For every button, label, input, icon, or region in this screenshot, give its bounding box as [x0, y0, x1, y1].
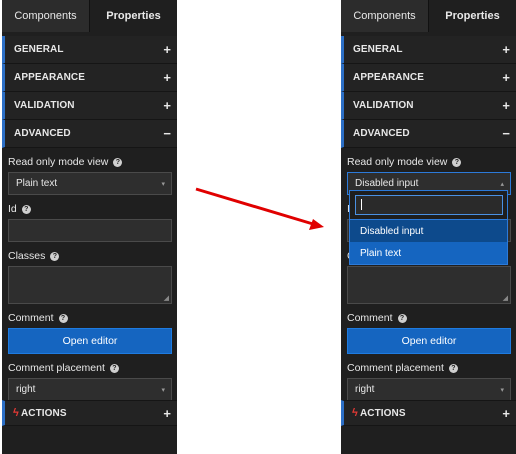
expand-icon[interactable]: + [502, 99, 510, 112]
section-advanced[interactable]: ADVANCED − [341, 120, 516, 148]
section-validation[interactable]: VALIDATION + [341, 92, 516, 120]
dropdown-search-wrap [350, 191, 507, 220]
comment-placement-value: right [355, 384, 375, 395]
section-appearance[interactable]: APPEARANCE + [341, 64, 516, 92]
comment-placement-label: Comment placement ? [347, 360, 511, 376]
collapse-icon[interactable]: − [502, 127, 510, 140]
section-label: ϟ ACTIONS [352, 407, 406, 419]
section-label: VALIDATION [353, 100, 414, 111]
right-properties-panel: Components Properties GENERAL + APPEARAN… [341, 0, 516, 454]
chevron-up-icon: ▴ [500, 180, 504, 188]
panel-tabs: Components Properties [341, 0, 516, 32]
help-icon[interactable]: ? [448, 363, 458, 373]
lightning-icon: ϟ [352, 407, 358, 419]
help-icon[interactable]: ? [397, 313, 407, 323]
read-only-label-text: Read only mode view [347, 156, 448, 168]
section-actions[interactable]: ϟ ACTIONS + [341, 400, 516, 426]
tab-components[interactable]: Components [341, 0, 429, 32]
section-label: APPEARANCE [353, 72, 425, 83]
dropdown-search-input[interactable] [355, 195, 503, 215]
expand-icon[interactable]: + [502, 71, 510, 84]
comment-label: Comment ? [347, 310, 511, 326]
chevron-down-icon: ▾ [500, 386, 504, 394]
classes-textarea[interactable]: ◢ [347, 266, 511, 304]
section-general[interactable]: GENERAL + [341, 36, 516, 64]
advanced-body: Read only mode view ? Disabled input ▴ I… [341, 148, 516, 401]
arrow-head [309, 219, 324, 230]
help-icon[interactable]: ? [452, 157, 462, 167]
open-editor-button[interactable]: Open editor [347, 328, 511, 354]
dropdown-option-disabled-input[interactable]: Disabled input [350, 220, 507, 242]
comment-label-text: Comment [347, 312, 393, 324]
section-label: GENERAL [353, 44, 403, 55]
read-only-label: Read only mode view ? [347, 154, 511, 170]
actions-label-text: ACTIONS [359, 408, 406, 419]
text-cursor [361, 199, 362, 210]
expand-icon[interactable]: + [502, 43, 510, 56]
resize-grip-icon[interactable]: ◢ [503, 294, 508, 302]
section-label: ADVANCED [353, 128, 410, 139]
expand-icon[interactable]: + [502, 407, 510, 420]
comment-placement-select[interactable]: right ▾ [347, 378, 511, 401]
read-only-dropdown-menu: Disabled input Plain text [349, 190, 508, 265]
comment-placement-label-text: Comment placement [347, 362, 444, 374]
arrow-line [195, 187, 314, 226]
dropdown-option-plain-text[interactable]: Plain text [350, 242, 507, 264]
tab-properties[interactable]: Properties [429, 0, 516, 32]
read-only-value: Disabled input [355, 178, 419, 189]
